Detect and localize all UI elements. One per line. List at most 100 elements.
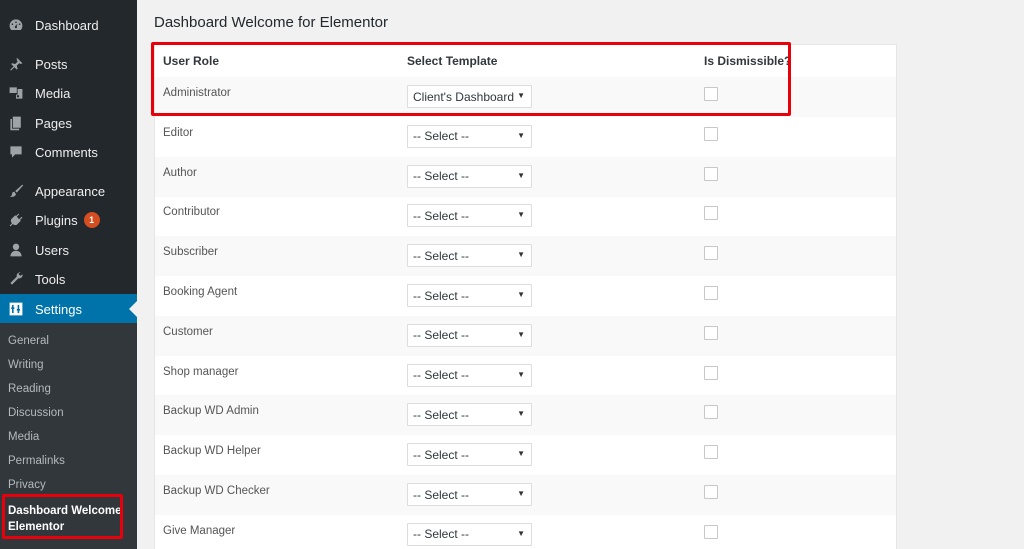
user-role-label: Author (163, 166, 197, 179)
user-role-label: Backup WD Admin (163, 405, 259, 418)
table-row: Author -- Select -- ▼ (155, 156, 896, 197)
dismissible-checkbox[interactable] (704, 405, 718, 420)
dismissible-checkbox[interactable] (704, 246, 718, 261)
select-value: -- Select -- (413, 288, 470, 303)
template-select[interactable]: -- Select -- ▼ (407, 363, 532, 387)
dashboard-icon (6, 15, 26, 35)
dismissible-checkbox[interactable] (704, 166, 718, 181)
template-select[interactable]: -- Select -- ▼ (407, 403, 532, 427)
menu-item-comments[interactable]: Comments (0, 137, 137, 167)
pages-icon (6, 113, 26, 133)
table-row: Backup WD Admin -- Select -- ▼ (155, 395, 896, 436)
table-row: Editor -- Select -- ▼ (155, 117, 896, 157)
dismissible-checkbox[interactable] (704, 445, 718, 460)
submenu-item-general[interactable]: General (8, 335, 49, 347)
template-select[interactable]: -- Select -- ▼ (407, 483, 532, 506)
table-row: Backup WD Helper -- Select -- ▼ (155, 435, 896, 475)
menu-item-plugins[interactable]: Plugins 1 (0, 205, 137, 235)
template-select[interactable]: -- Select -- ▼ (407, 522, 532, 546)
user-role-label: Shop manager (163, 365, 239, 378)
menu-label: Plugins (35, 212, 78, 228)
menu-item-dashboard[interactable]: Dashboard (0, 10, 137, 40)
media-icon (6, 83, 26, 103)
submenu-item-reading[interactable]: Reading (8, 383, 51, 395)
pin-icon (6, 54, 26, 74)
template-select[interactable]: -- Select -- ▼ (407, 124, 532, 148)
menu-item-tools[interactable]: Tools (0, 264, 137, 294)
submenu-item-permalinks[interactable]: Permalinks (8, 455, 65, 467)
dismissible-checkbox[interactable] (704, 524, 718, 539)
select-value: -- Select -- (413, 208, 470, 223)
menu-item-pages[interactable]: Pages (0, 108, 137, 138)
menu-label: Comments (35, 144, 98, 160)
select-value: -- Select -- (413, 328, 470, 343)
select-value: -- Select -- (413, 368, 470, 383)
menu-label: Users (35, 242, 69, 258)
template-select[interactable]: -- Select -- ▼ (407, 204, 532, 228)
table-row: Subscriber -- Select -- ▼ (155, 236, 896, 277)
table-row: Give Manager -- Select -- ▼ (155, 515, 896, 549)
dismissible-checkbox[interactable] (704, 365, 718, 380)
user-role-label: Subscriber (163, 246, 218, 259)
table-row: Booking Agent -- Select -- ▼ (155, 276, 896, 316)
dismissible-checkbox[interactable] (704, 325, 718, 340)
menu-item-media[interactable]: Media (0, 78, 137, 108)
dismissible-checkbox[interactable] (704, 286, 718, 300)
table-row: Contributor -- Select -- ▼ (155, 196, 896, 236)
select-value: -- Select -- (413, 248, 470, 263)
submenu-item-writing[interactable]: Writing (8, 359, 44, 371)
caret-down-icon: ▼ (517, 528, 525, 538)
user-role-label: Editor (163, 126, 194, 139)
submenu-item-discussion[interactable]: Discussion (8, 407, 64, 419)
user-role-label: Contributor (163, 206, 220, 219)
table-row: Customer -- Select -- ▼ (155, 315, 896, 356)
comment-icon (6, 142, 26, 162)
role-template-table: User Role Select Template Is Dismissible… (154, 44, 897, 549)
caret-down-icon: ▼ (517, 489, 525, 498)
template-select[interactable]: -- Select -- ▼ (407, 284, 532, 307)
menu-label: Tools (35, 271, 66, 287)
plugin-icon (6, 210, 26, 230)
menu-item-posts[interactable]: Posts (0, 49, 137, 79)
menu-item-users[interactable]: Users (0, 235, 137, 265)
select-value: -- Select -- (413, 407, 470, 422)
caret-down-icon: ▼ (517, 170, 525, 180)
user-role-label: Booking Agent (163, 286, 238, 298)
caret-down-icon: ▼ (517, 250, 525, 260)
caret-down-icon: ▼ (517, 409, 525, 419)
user-role-label: Customer (163, 325, 213, 338)
menu-item-appearance[interactable]: Appearance (0, 176, 137, 206)
caret-down-icon: ▼ (517, 449, 525, 459)
wp-admin-page: Dashboard Posts Media Pages Comments App… (0, 0, 1024, 549)
admin-sidebar: Dashboard Posts Media Pages Comments App… (0, 0, 137, 549)
menu-label: Dashboard (35, 17, 99, 33)
table-row: Backup WD Checker -- Select -- ▼ (155, 475, 896, 515)
paintbrush-icon (6, 181, 26, 201)
select-value: -- Select -- (413, 169, 470, 184)
caret-down-icon: ▼ (517, 290, 525, 299)
dismissible-checkbox[interactable] (704, 206, 718, 221)
menu-label: Posts (35, 56, 68, 72)
caret-down-icon: ▼ (517, 329, 525, 339)
template-select[interactable]: -- Select -- ▼ (407, 164, 532, 188)
template-select[interactable]: -- Select -- ▼ (407, 443, 532, 467)
dismissible-checkbox[interactable] (704, 485, 718, 499)
template-select[interactable]: -- Select -- ▼ (407, 323, 532, 347)
select-value: -- Select -- (413, 487, 470, 502)
menu-item-settings[interactable]: Settings (0, 294, 137, 324)
dismissible-checkbox[interactable] (704, 126, 718, 141)
user-icon (6, 240, 26, 260)
submenu-item-media[interactable]: Media (8, 431, 39, 443)
menu-label: Appearance (35, 183, 106, 199)
highlight-box-sidebar (2, 494, 123, 539)
user-role-label: Give Manager (163, 524, 236, 537)
submenu-item-privacy[interactable]: Privacy (8, 479, 46, 491)
caret-down-icon: ▼ (517, 210, 525, 220)
user-role-label: Backup WD Checker (163, 485, 270, 497)
update-count-badge: 1 (83, 212, 100, 228)
highlight-box-table (151, 42, 791, 116)
template-select[interactable]: -- Select -- ▼ (407, 244, 532, 268)
page-title: Dashboard Welcome for Elementor (154, 14, 388, 31)
select-value: -- Select -- (413, 527, 470, 542)
select-value: -- Select -- (413, 129, 470, 144)
